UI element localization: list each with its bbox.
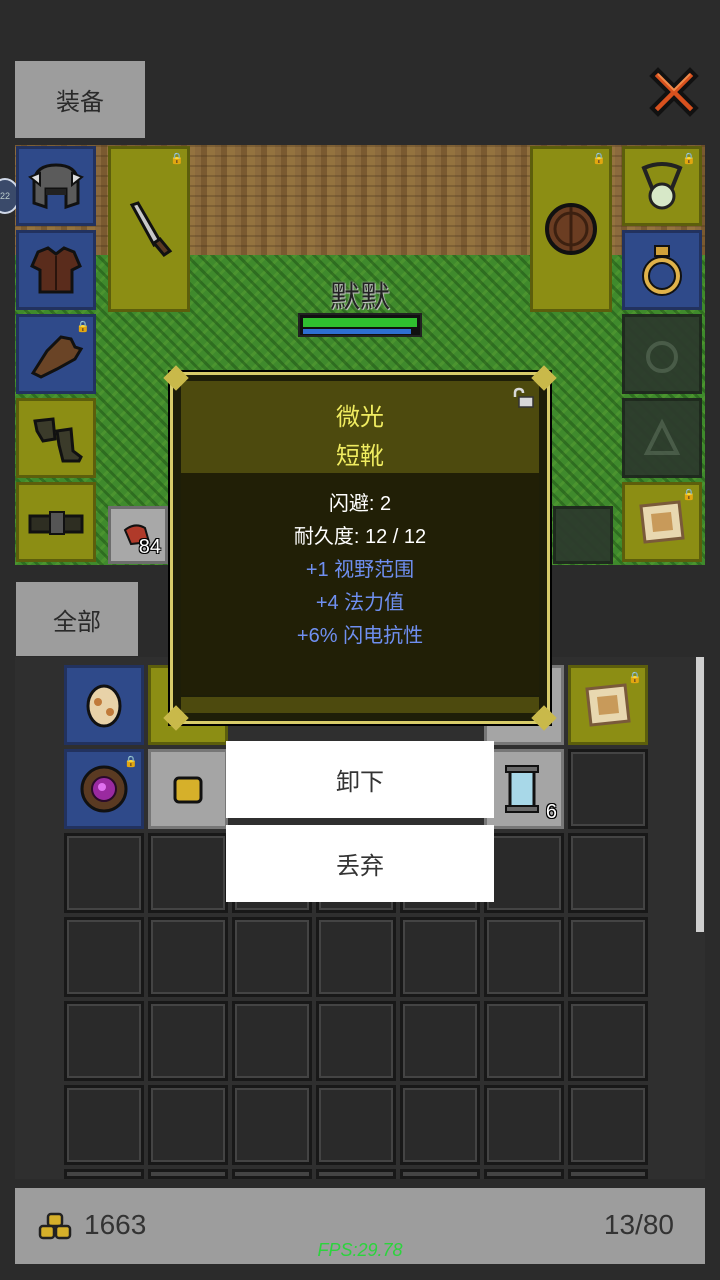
inventory-slot-empty[interactable] — [232, 917, 312, 997]
inventory-slot-empty[interactable] — [568, 917, 648, 997]
slot-helmet[interactable] — [16, 146, 96, 226]
item-stat: 耐久度: 12 / 12 — [293, 526, 427, 548]
inventory-slot-empty[interactable] — [316, 1001, 396, 1081]
lock-icon: 🔒 — [592, 153, 606, 165]
slot-boots[interactable] — [16, 398, 96, 478]
gold-chunk-icon — [173, 776, 203, 804]
item-stat: +6% 闪电抗性 — [296, 625, 424, 647]
mp-fill — [303, 329, 411, 334]
inventory-slot-empty[interactable] — [148, 1085, 228, 1165]
inventory-slot-empty[interactable] — [64, 1169, 144, 1179]
inventory-capacity: 13/80 — [603, 1209, 674, 1240]
inventory-slot-empty[interactable] — [232, 1001, 312, 1081]
ring-icon — [642, 245, 682, 296]
item-stat: 闪避: 2 — [328, 493, 392, 515]
inventory-slot-orb[interactable]: 🔒 — [64, 749, 144, 829]
inventory-slot-empty[interactable] — [316, 1169, 396, 1179]
slot-armor[interactable] — [16, 230, 96, 310]
boots-icon — [33, 417, 83, 463]
fps-counter: FPS:29.78 — [317, 1240, 403, 1260]
shield-icon — [545, 203, 597, 255]
inventory-slot-empty[interactable] — [64, 833, 144, 913]
slot-artifact-empty[interactable] — [622, 398, 702, 478]
hero-health-bar — [298, 313, 422, 337]
inventory-slot-empty[interactable] — [568, 1085, 648, 1165]
inventory-slot-empty[interactable] — [568, 1169, 648, 1179]
slot-offhand[interactable]: 🔒 — [530, 146, 612, 312]
unequip-button[interactable]: 卸下 — [226, 741, 494, 818]
inventory-slot-empty[interactable] — [484, 1001, 564, 1081]
inventory-slot-empty[interactable] — [148, 833, 228, 913]
egg-icon — [86, 684, 122, 728]
slot-ring-empty[interactable] — [622, 314, 702, 394]
scroll-pet-icon — [639, 500, 685, 544]
item-quantity: 6 — [545, 801, 557, 823]
slot-gloves[interactable]: 🔒 — [16, 314, 96, 394]
slot-amulet[interactable]: 🔒 — [622, 146, 702, 226]
inventory-slot-empty[interactable] — [568, 749, 648, 829]
inventory-slot-empty[interactable] — [568, 833, 648, 913]
item-name: 短靴 — [336, 443, 384, 470]
close-icon[interactable] — [646, 64, 702, 120]
inventory-slot-empty[interactable] — [316, 1085, 396, 1165]
inventory-slot-empty[interactable] — [148, 1001, 228, 1081]
slot-weapon[interactable]: 🔒 — [108, 146, 190, 312]
inventory-slot-empty[interactable] — [64, 917, 144, 997]
inventory-slot-empty[interactable] — [400, 1085, 480, 1165]
inventory-slot-scroll[interactable]: 🔒 — [568, 665, 648, 745]
inventory-slot-empty[interactable] — [484, 917, 564, 997]
inventory-slot-empty[interactable] — [400, 1001, 480, 1081]
inventory-slot-empty[interactable] — [484, 833, 564, 913]
inventory-slot-empty[interactable] — [316, 917, 396, 997]
scroll-pet-icon — [585, 683, 631, 727]
tooltip-footer — [181, 697, 539, 713]
inventory-slot-empty[interactable] — [400, 917, 480, 997]
inventory-slot-gold[interactable] — [148, 749, 228, 829]
gold-amount: 1663 — [84, 1209, 147, 1240]
quickslot-empty[interactable] — [553, 506, 613, 564]
hero-name: 默默 — [330, 281, 390, 314]
item-stat: +1 视野范围 — [305, 559, 415, 581]
gloves-icon — [30, 335, 84, 379]
inventory-slot-empty[interactable] — [148, 917, 228, 997]
slot-misc[interactable]: 🔒 — [622, 482, 702, 562]
inventory-slot-empty[interactable] — [484, 1085, 564, 1165]
inventory-slot-empty[interactable] — [64, 1085, 144, 1165]
helmet-icon — [28, 163, 84, 210]
inventory-slot-empty[interactable] — [568, 1001, 648, 1081]
hp-fill — [303, 318, 417, 327]
amulet-icon — [641, 162, 683, 210]
inventory-slot-scroll-stack[interactable]: 6 — [484, 749, 564, 829]
item-tooltip: 微光 短靴 闪避: 2 耐久度: 12 / 12 +1 视野范围 +4 法力值 +6% … — [163, 365, 557, 731]
scroll-icon — [505, 765, 539, 813]
quickslot-item[interactable]: 84 — [108, 506, 168, 564]
dagger-icon — [129, 201, 173, 257]
item-name-prefix: 微光 — [336, 404, 384, 431]
magic-orb-icon — [80, 765, 128, 813]
inventory-slot-egg[interactable] — [64, 665, 144, 745]
inventory-slot-empty[interactable] — [64, 1001, 144, 1081]
item-quantity: 84 — [138, 536, 161, 558]
belt-icon — [28, 511, 84, 535]
armor-icon — [30, 246, 82, 294]
inventory-slot-empty[interactable] — [400, 1169, 480, 1179]
ring-placeholder-icon — [646, 341, 678, 373]
inventory-slot-empty[interactable] — [148, 1169, 228, 1179]
lock-icon: 🔒 — [170, 153, 184, 165]
inventory-scrollbar[interactable] — [696, 657, 704, 932]
artifact-placeholder-icon — [643, 418, 681, 455]
drop-button[interactable]: 丢弃 — [226, 825, 494, 902]
inventory-slot-empty[interactable] — [484, 1169, 564, 1179]
inventory-slot-empty[interactable] — [232, 1169, 312, 1179]
inventory-slot-empty[interactable] — [232, 1085, 312, 1165]
tab-all[interactable]: 全部 — [16, 582, 138, 656]
slot-belt[interactable] — [16, 482, 96, 562]
gold-coins-icon — [38, 1212, 74, 1242]
tab-equipment[interactable]: 装备 — [15, 61, 145, 138]
item-stat: +4 法力值 — [315, 592, 405, 614]
slot-ring[interactable] — [622, 230, 702, 310]
